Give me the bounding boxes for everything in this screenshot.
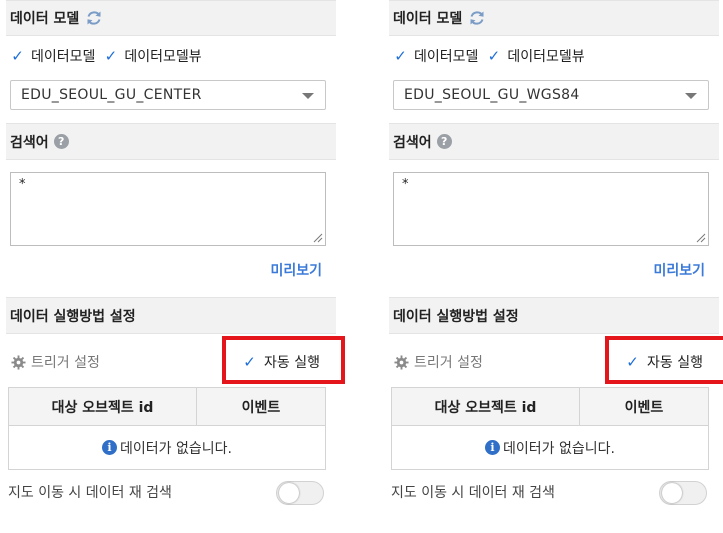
search-section-header: 검색어 ? <box>6 123 336 160</box>
data-model-checkbox[interactable]: ✓ <box>393 48 408 64</box>
data-model-checkbox[interactable]: ✓ <box>10 48 25 64</box>
trigger-table: 대상 오브젝트 id 이벤트 i 데이터가 없습니다. <box>391 387 709 470</box>
data-model-view-checkbox[interactable]: ✓ <box>103 48 118 64</box>
column-header-event: 이벤트 <box>624 399 664 416</box>
resize-grip-icon[interactable] <box>313 233 323 243</box>
refresh-icon[interactable] <box>85 9 103 27</box>
map-research-label: 지도 이동 시 데이터 재 검색 <box>8 485 172 501</box>
autorun-checkbox-row: ✓ 자동 실행 <box>242 352 320 372</box>
search-textarea-value: * <box>19 177 26 192</box>
data-model-select-value: EDU_SEOUL_GU_WGS84 <box>404 87 580 103</box>
execution-title: 데이터 실행방법 설정 <box>10 308 136 325</box>
preview-link[interactable]: 미리보기 <box>653 260 705 280</box>
map-research-toggle[interactable] <box>276 481 324 505</box>
data-model-section-header: 데이터 모델 <box>389 0 719 36</box>
refresh-icon[interactable] <box>468 9 486 27</box>
chevron-down-icon <box>685 93 697 99</box>
empty-message: 데이터가 없습니다. <box>120 440 232 457</box>
trigger-settings[interactable]: 트리거 설정 <box>11 352 100 372</box>
gear-icon <box>11 354 26 370</box>
help-icon[interactable]: ? <box>436 134 452 149</box>
column-header-event: 이벤트 <box>241 399 281 416</box>
column-header-target-object-id: 대상 오브젝트 id <box>392 388 580 425</box>
info-icon: i <box>485 440 501 455</box>
search-textarea[interactable]: * <box>10 172 326 246</box>
preview-link[interactable]: 미리보기 <box>270 260 322 280</box>
trigger-table-empty-row: i 데이터가 없습니다. <box>9 426 325 469</box>
gear-icon <box>394 354 409 370</box>
autorun-label: 자동 실행 <box>647 355 703 371</box>
trigger-settings-label: 트리거 설정 <box>31 355 100 371</box>
data-model-title: 데이터 모델 <box>393 11 463 27</box>
execution-section-header: 데이터 실행방법 설정 <box>6 297 336 334</box>
config-panel-left: 데이터 모델 ✓ 데이터모델 ✓ 데이터모델뷰 EDU_SEOUL_GU_CEN… <box>6 0 345 533</box>
map-research-toggle[interactable] <box>659 481 707 505</box>
execution-section-header: 데이터 실행방법 설정 <box>389 297 719 334</box>
empty-message: 데이터가 없습니다. <box>503 440 615 457</box>
trigger-settings[interactable]: 트리거 설정 <box>394 352 483 372</box>
data-model-checkbox-row: ✓ 데이터모델 ✓ 데이터모델뷰 <box>393 46 593 66</box>
search-section-header: 검색어 ? <box>389 123 719 160</box>
data-model-select[interactable]: EDU_SEOUL_GU_CENTER <box>10 80 326 110</box>
data-model-checkbox-row: ✓ 데이터모델 ✓ 데이터모델뷰 <box>10 46 210 66</box>
help-icon[interactable]: ? <box>53 134 69 149</box>
trigger-table-header: 대상 오브젝트 id 이벤트 <box>392 388 708 426</box>
data-model-select[interactable]: EDU_SEOUL_GU_WGS84 <box>393 80 709 110</box>
data-model-view-checkbox-label: 데이터모델뷰 <box>124 49 202 65</box>
data-model-view-checkbox[interactable]: ✓ <box>486 48 501 64</box>
info-icon: i <box>102 440 118 455</box>
trigger-table: 대상 오브젝트 id 이벤트 i 데이터가 없습니다. <box>8 387 326 470</box>
trigger-table-header: 대상 오브젝트 id 이벤트 <box>9 388 325 426</box>
search-textarea[interactable]: * <box>393 172 709 246</box>
data-model-title: 데이터 모델 <box>10 11 80 27</box>
chevron-down-icon <box>302 93 314 99</box>
column-header-target-object-id: 대상 오브젝트 id <box>9 388 197 425</box>
autorun-checkbox-row: ✓ 자동 실행 <box>625 352 703 372</box>
data-model-select-value: EDU_SEOUL_GU_CENTER <box>21 87 202 103</box>
trigger-settings-label: 트리거 설정 <box>414 355 483 371</box>
data-model-view-checkbox-label: 데이터모델뷰 <box>507 49 585 65</box>
autorun-checkbox[interactable]: ✓ <box>242 354 257 370</box>
search-title: 검색어 <box>10 134 49 151</box>
data-model-checkbox-label: 데이터모델 <box>31 49 96 65</box>
toggle-knob <box>279 483 299 503</box>
autorun-checkbox[interactable]: ✓ <box>625 354 640 370</box>
map-research-label: 지도 이동 시 데이터 재 검색 <box>391 485 555 501</box>
toggle-knob <box>662 483 682 503</box>
search-textarea-value: * <box>402 177 409 192</box>
resize-grip-icon[interactable] <box>696 233 706 243</box>
trigger-table-empty-row: i 데이터가 없습니다. <box>392 426 708 469</box>
execution-title: 데이터 실행방법 설정 <box>393 308 519 325</box>
search-title: 검색어 <box>393 134 432 151</box>
data-model-checkbox-label: 데이터모델 <box>414 49 479 65</box>
autorun-label: 자동 실행 <box>264 355 320 371</box>
config-panel-right: 데이터 모델 ✓ 데이터모델 ✓ 데이터모델뷰 EDU_SEOUL_GU_WGS… <box>389 0 723 533</box>
data-model-section-header: 데이터 모델 <box>6 0 336 36</box>
